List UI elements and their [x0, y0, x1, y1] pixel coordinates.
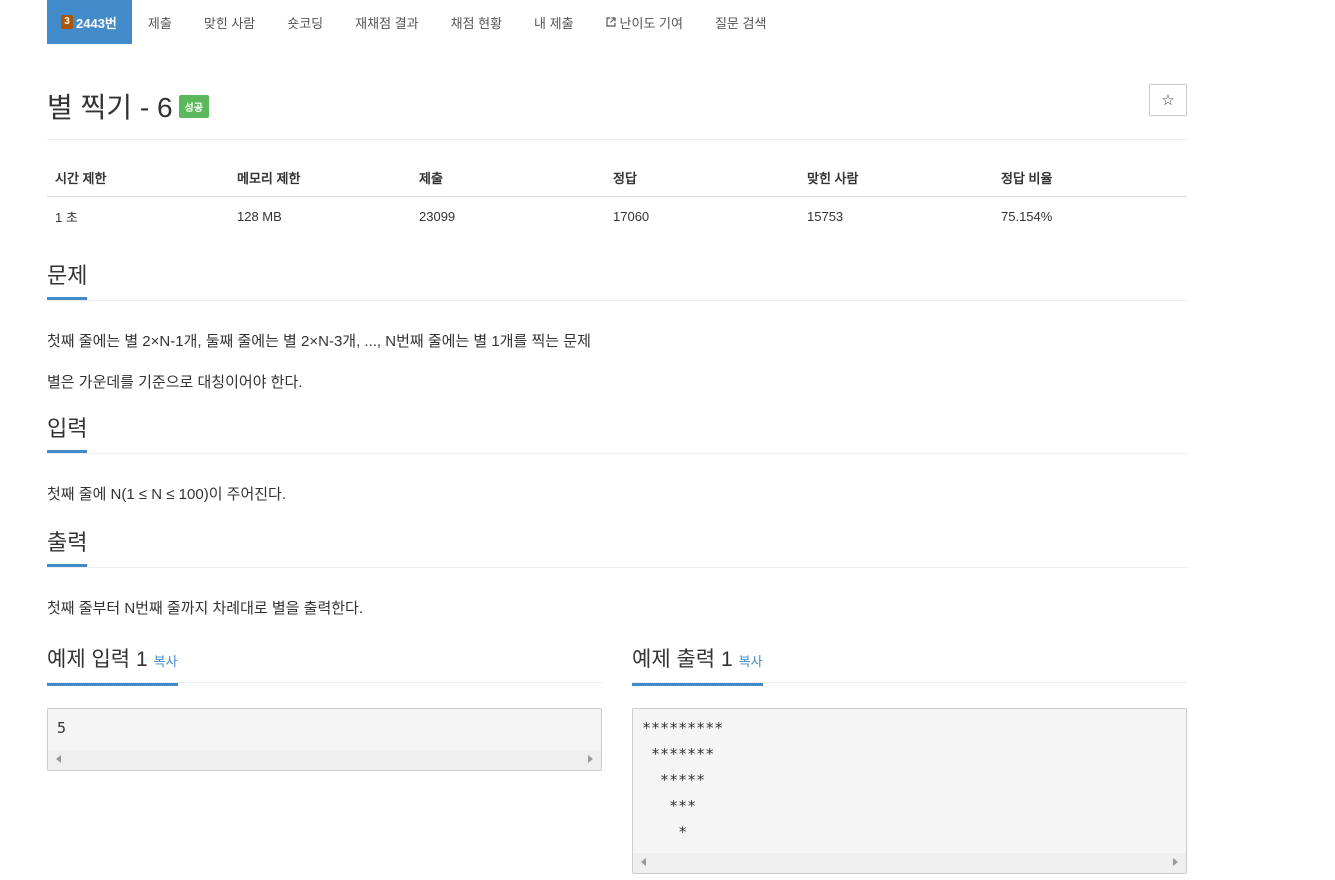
- header-accepted: 정답: [605, 160, 799, 197]
- nav-judge-status[interactable]: 채점 현황: [435, 0, 518, 44]
- external-link-icon: [605, 17, 616, 27]
- value-submissions: 23099: [419, 209, 456, 224]
- sample-output-content: ********* ******* ***** *** *: [642, 719, 724, 841]
- nav-difficulty-label: 난이도 기여: [619, 15, 683, 31]
- scroll-right-icon[interactable]: [588, 755, 593, 763]
- header-accept-ratio: 정답 비율: [993, 160, 1187, 197]
- problem-nav: 3 2443번 제출 맞힌 사람 숏코딩 재채점 결과 채점 현황 내 제출 난…: [47, 0, 1187, 44]
- header-memory-limit: 메모리 제한: [229, 160, 411, 197]
- sample-output-scrollbar[interactable]: [633, 853, 1186, 873]
- input-section-title: 입력: [47, 415, 88, 453]
- sample-output-box: ********* ******* ***** *** *: [632, 708, 1187, 874]
- sample-input-header: 예제 입력 1 복사: [47, 646, 602, 686]
- scroll-left-icon[interactable]: [56, 755, 61, 763]
- scroll-right-icon[interactable]: [1173, 858, 1178, 866]
- header-solved-users: 맞힌 사람: [799, 160, 993, 197]
- input-description: 첫째 줄에 N(1 ≤ N ≤ 100)이 주어진다.: [47, 483, 1187, 504]
- input-section-header: 입력: [47, 415, 1187, 454]
- tier-badge-icon: 3: [61, 15, 73, 29]
- copy-sample-output-button[interactable]: 복사: [739, 654, 763, 669]
- nav-my-submissions[interactable]: 내 제출: [518, 0, 590, 44]
- nav-short-coding[interactable]: 숏코딩: [271, 0, 339, 44]
- copy-sample-input-button[interactable]: 복사: [154, 654, 178, 669]
- value-accept-ratio: 75.154%: [1001, 209, 1053, 224]
- sample-output-title-wrap: 예제 출력 1 복사: [632, 646, 763, 686]
- sample-input-section: 예제 입력 1 복사 5: [47, 646, 602, 771]
- sample-input-content: 5: [57, 719, 67, 737]
- problem-description: 첫째 줄에는 별 2×N-1개, 둘째 줄에는 별 2×N-3개, ..., N…: [47, 330, 1187, 392]
- scroll-left-icon[interactable]: [641, 858, 646, 866]
- problem-info-table: 시간 제한 메모리 제한 제출 정답 맞힌 사람 정답 비율 1 초 128 M…: [47, 160, 1187, 236]
- nav-solved-users[interactable]: 맞힌 사람: [188, 0, 271, 44]
- output-text: 첫째 줄부터 N번째 줄까지 차례대로 별을 출력한다.: [47, 600, 364, 617]
- sample-output-section: 예제 출력 1 복사 ********* ******* ***** *** *: [632, 646, 1187, 874]
- nav-difficulty-contrib[interactable]: 난이도 기여: [590, 0, 699, 44]
- problem-section-header: 문제: [47, 262, 1187, 301]
- star-icon: ☆: [1161, 92, 1175, 109]
- header-submissions: 제출: [411, 160, 605, 197]
- sample-input-scrollbar[interactable]: [48, 750, 601, 770]
- problem-number-label: 2443번: [76, 15, 117, 31]
- problem-title: 별 찍기 - 6: [47, 92, 173, 123]
- favorite-button[interactable]: ☆: [1149, 84, 1187, 116]
- sample-output-header: 예제 출력 1 복사: [632, 646, 1187, 686]
- input-text: 첫째 줄에 N(1 ≤ N ≤ 100)이 주어진다.: [47, 486, 287, 503]
- output-section: 출력 첫째 줄부터 N번째 줄까지 차례대로 별을 출력한다.: [47, 529, 1187, 618]
- table-row: 1 초 128 MB 23099 17060 15753 75.154%: [47, 197, 1187, 237]
- problem-header: 별 찍기 - 6 성공 ☆: [47, 44, 1187, 140]
- nav-rejudge-results[interactable]: 재채점 결과: [339, 0, 434, 44]
- problem-section-title: 문제: [47, 262, 88, 300]
- sample-input-title-wrap: 예제 입력 1 복사: [47, 646, 178, 686]
- output-section-title: 출력: [47, 529, 88, 567]
- page-title: 별 찍기 - 6 성공: [47, 86, 209, 126]
- table-header-row: 시간 제한 메모리 제한 제출 정답 맞힌 사람 정답 비율: [47, 160, 1187, 197]
- value-solved-users: 15753: [807, 209, 844, 224]
- problem-section: 문제 첫째 줄에는 별 2×N-1개, 둘째 줄에는 별 2×N-3개, ...…: [47, 262, 1187, 392]
- problem-line-2: 별은 가운데를 기준으로 대칭이어야 한다.: [47, 374, 303, 391]
- nav-submit[interactable]: 제출: [132, 0, 188, 44]
- sample-input-title: 예제 입력 1: [47, 648, 148, 671]
- status-badge: 성공: [178, 95, 209, 119]
- sample-output-title: 예제 출력 1: [632, 648, 733, 671]
- value-accepted: 17060: [613, 209, 650, 224]
- problem-line-1: 첫째 줄에는 별 2×N-1개, 둘째 줄에는 별 2×N-3개, ..., N…: [47, 333, 591, 350]
- output-description: 첫째 줄부터 N번째 줄까지 차례대로 별을 출력한다.: [47, 597, 1187, 618]
- sample-input-box: 5: [47, 708, 602, 771]
- page-container: 3 2443번 제출 맞힌 사람 숏코딩 재채점 결과 채점 현황 내 제출 난…: [47, 0, 1187, 874]
- nav-question-search[interactable]: 질문 검색: [699, 0, 782, 44]
- header-time-limit: 시간 제한: [47, 160, 229, 197]
- value-memory-limit: 128 MB: [237, 209, 282, 224]
- output-section-header: 출력: [47, 529, 1187, 568]
- value-time-limit: 1 초: [55, 210, 78, 225]
- nav-problem-number[interactable]: 3 2443번: [47, 0, 132, 44]
- input-section: 입력 첫째 줄에 N(1 ≤ N ≤ 100)이 주어진다.: [47, 415, 1187, 504]
